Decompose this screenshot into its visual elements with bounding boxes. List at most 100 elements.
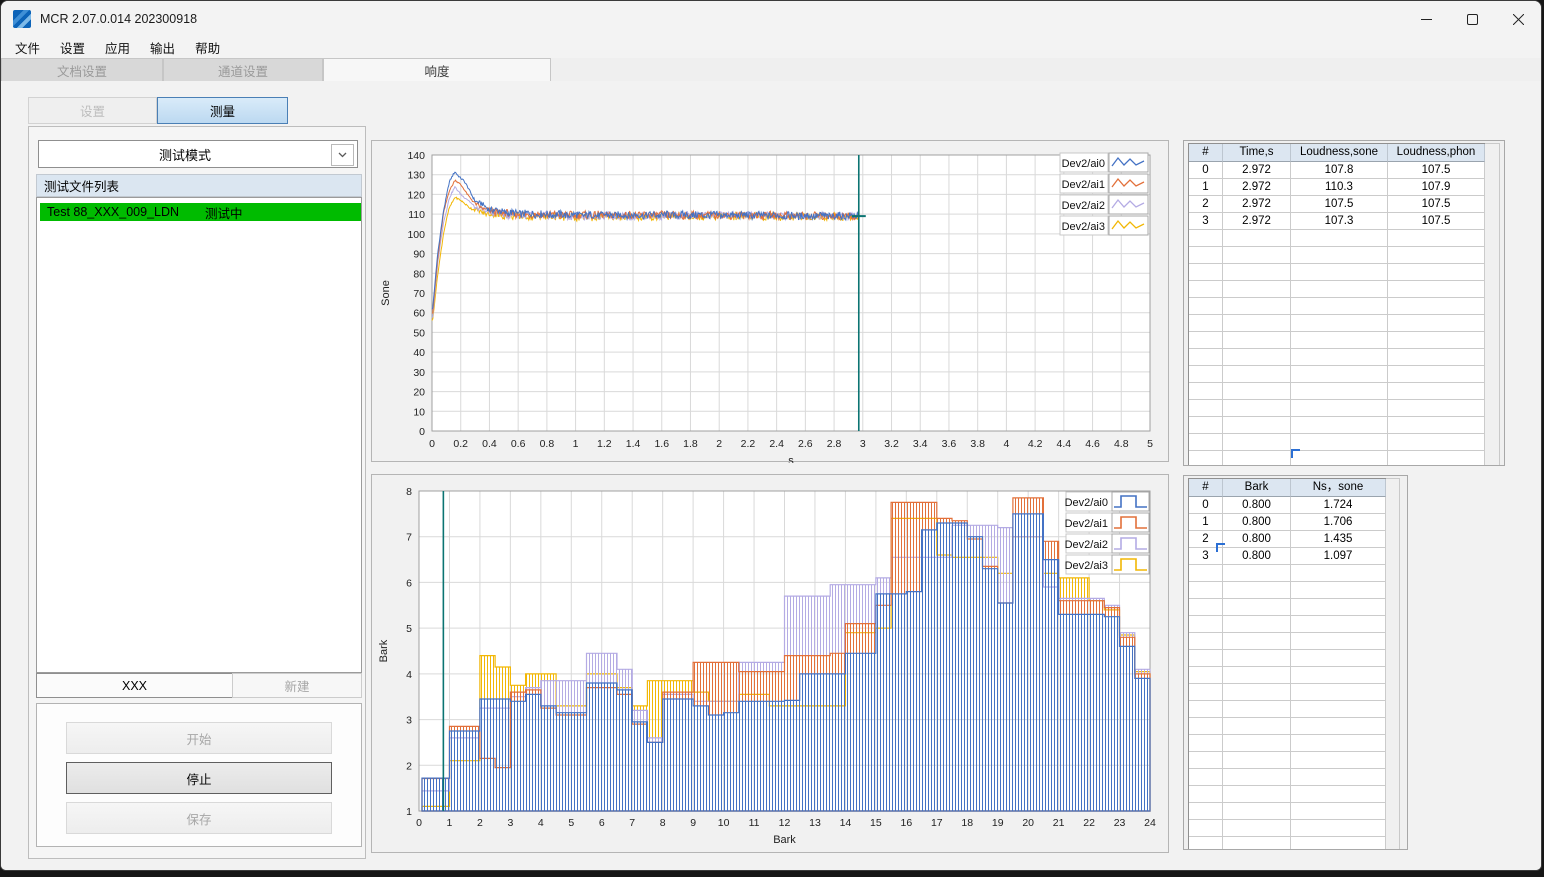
test-file-listbox[interactable]: Test 88_XXX_009_LDN 测试中 bbox=[36, 197, 362, 673]
svg-text:13: 13 bbox=[809, 817, 821, 829]
legend-label[interactable]: Dev2/ai1 bbox=[1065, 518, 1108, 530]
stop-button[interactable]: 停止 bbox=[66, 762, 332, 794]
table-row[interactable] bbox=[1189, 366, 1485, 383]
table-row[interactable]: 2 2.972 107.5 107.5 bbox=[1189, 196, 1485, 213]
legend-label[interactable]: Dev2/ai0 bbox=[1062, 158, 1105, 170]
table-row[interactable] bbox=[1189, 315, 1485, 332]
loudness-time-chart[interactable]: 0 0.2 0.4 0.6 0.8 1 1.2 1.4 1.6 1.8 2 2.2 2.4 2.6 2.8 3… bbox=[371, 140, 1169, 463]
svg-text:Bark: Bark bbox=[773, 834, 796, 846]
menu-item-0[interactable]: 文件 bbox=[5, 36, 50, 59]
table-row[interactable] bbox=[1189, 230, 1485, 247]
table-cell: 1.435 bbox=[1291, 531, 1386, 548]
table-row[interactable] bbox=[1189, 803, 1386, 820]
xxx-button[interactable]: XXX bbox=[36, 673, 233, 698]
test-mode-dropdown[interactable]: 测试模式 bbox=[38, 140, 358, 168]
legend-label[interactable]: Dev2/ai2 bbox=[1065, 539, 1108, 551]
main-tab-strip: 文档设置 通道设置 响度 bbox=[1, 58, 1541, 81]
test-file-status: 测试中 bbox=[205, 206, 243, 221]
table-row[interactable] bbox=[1189, 769, 1386, 786]
test-file-list-item[interactable]: Test 88_XXX_009_LDN 测试中 bbox=[40, 203, 361, 221]
measure-subtab-button[interactable]: 测量 bbox=[157, 97, 288, 124]
table-row[interactable] bbox=[1189, 247, 1485, 264]
table-cell bbox=[1189, 298, 1223, 315]
legend-label[interactable]: Dev2/ai2 bbox=[1062, 200, 1105, 212]
svg-text:2: 2 bbox=[716, 438, 722, 450]
table-row[interactable] bbox=[1189, 633, 1386, 650]
legend-label[interactable]: Dev2/ai3 bbox=[1062, 221, 1105, 233]
table-row[interactable] bbox=[1189, 565, 1386, 582]
table-scrollbar-track[interactable] bbox=[1485, 143, 1500, 465]
table-row[interactable] bbox=[1189, 281, 1485, 298]
menu-item-1[interactable]: 设置 bbox=[50, 36, 95, 59]
table-row[interactable] bbox=[1189, 837, 1386, 849]
table-cell bbox=[1388, 264, 1485, 281]
svg-text:100: 100 bbox=[407, 229, 425, 241]
legend-swatch[interactable] bbox=[1111, 491, 1150, 512]
tab-2[interactable]: 响度 bbox=[323, 58, 551, 81]
table-cell bbox=[1189, 769, 1223, 786]
table-cell bbox=[1223, 684, 1291, 701]
table-row[interactable]: 0 2.972 107.8 107.5 bbox=[1189, 162, 1485, 179]
svg-text:30: 30 bbox=[413, 367, 425, 379]
legend-label[interactable]: Dev2/ai0 bbox=[1065, 497, 1108, 509]
table-row[interactable] bbox=[1189, 400, 1485, 417]
table-row[interactable] bbox=[1189, 332, 1485, 349]
table-row[interactable]: 1 2.972 110.3 107.9 bbox=[1189, 179, 1485, 196]
table-cell: 107.5 bbox=[1291, 196, 1388, 213]
table-row[interactable] bbox=[1189, 718, 1386, 735]
tab-1[interactable]: 通道设置 bbox=[163, 58, 323, 81]
table-row[interactable] bbox=[1189, 650, 1386, 667]
svg-text:23: 23 bbox=[1114, 817, 1126, 829]
table-row[interactable]: 3 2.972 107.3 107.5 bbox=[1189, 213, 1485, 230]
specific-loudness-chart[interactable]: 0 1 2 3 4 5 6 7 8 9 10 11 12 13 14 15 16 17 18 19 20 21 22 23 24… bbox=[371, 474, 1169, 853]
save-button[interactable]: 保存 bbox=[66, 802, 332, 834]
svg-text:0: 0 bbox=[419, 426, 425, 438]
table-row[interactable] bbox=[1189, 264, 1485, 281]
table-cell: 107.5 bbox=[1388, 213, 1485, 230]
table-row[interactable] bbox=[1189, 298, 1485, 315]
table-cell bbox=[1189, 633, 1223, 650]
table-row[interactable] bbox=[1189, 667, 1386, 684]
table-row[interactable]: 1 0.800 1.706 bbox=[1189, 514, 1386, 531]
table-row[interactable] bbox=[1189, 820, 1386, 837]
table-cell bbox=[1388, 400, 1485, 417]
table-cell bbox=[1189, 366, 1223, 383]
start-button[interactable]: 开始 bbox=[66, 722, 332, 754]
table-row[interactable]: 0 0.800 1.724 bbox=[1189, 497, 1386, 514]
table-row[interactable] bbox=[1189, 383, 1485, 400]
legend-swatch[interactable] bbox=[1111, 512, 1150, 533]
legend-label[interactable]: Dev2/ai3 bbox=[1065, 560, 1108, 572]
table-cell bbox=[1189, 230, 1223, 247]
svg-text:4: 4 bbox=[406, 669, 412, 681]
table-row[interactable] bbox=[1189, 735, 1386, 752]
table-row[interactable] bbox=[1189, 417, 1485, 434]
table-row[interactable] bbox=[1189, 616, 1386, 633]
settings-subtab-button[interactable]: 设置 bbox=[28, 97, 157, 124]
table-cell bbox=[1189, 667, 1223, 684]
table-cell bbox=[1291, 803, 1386, 820]
new-button[interactable]: 新建 bbox=[232, 673, 362, 698]
maximize-button[interactable] bbox=[1449, 1, 1495, 37]
table-row[interactable] bbox=[1189, 599, 1386, 616]
minimize-button[interactable] bbox=[1403, 1, 1449, 37]
legend-swatch[interactable] bbox=[1111, 533, 1150, 554]
table-row[interactable] bbox=[1189, 582, 1386, 599]
table-row[interactable] bbox=[1189, 752, 1386, 769]
menu-item-3[interactable]: 输出 bbox=[140, 36, 185, 59]
table-row[interactable] bbox=[1189, 451, 1485, 465]
chevron-down-icon[interactable] bbox=[331, 144, 354, 166]
table-cell bbox=[1291, 786, 1386, 803]
table-row[interactable] bbox=[1189, 786, 1386, 803]
tab-0[interactable]: 文档设置 bbox=[1, 58, 163, 81]
svg-text:10: 10 bbox=[718, 817, 730, 829]
menu-item-4[interactable]: 帮助 bbox=[185, 36, 230, 59]
table-scrollbar-track[interactable] bbox=[1386, 478, 1400, 849]
table-row[interactable] bbox=[1189, 349, 1485, 366]
menu-item-2[interactable]: 应用 bbox=[95, 36, 140, 59]
table-row[interactable] bbox=[1189, 434, 1485, 451]
table-row[interactable] bbox=[1189, 701, 1386, 718]
close-button[interactable] bbox=[1495, 1, 1541, 37]
legend-label[interactable]: Dev2/ai1 bbox=[1062, 179, 1105, 191]
table-row[interactable] bbox=[1189, 684, 1386, 701]
legend-swatch[interactable] bbox=[1111, 554, 1150, 575]
